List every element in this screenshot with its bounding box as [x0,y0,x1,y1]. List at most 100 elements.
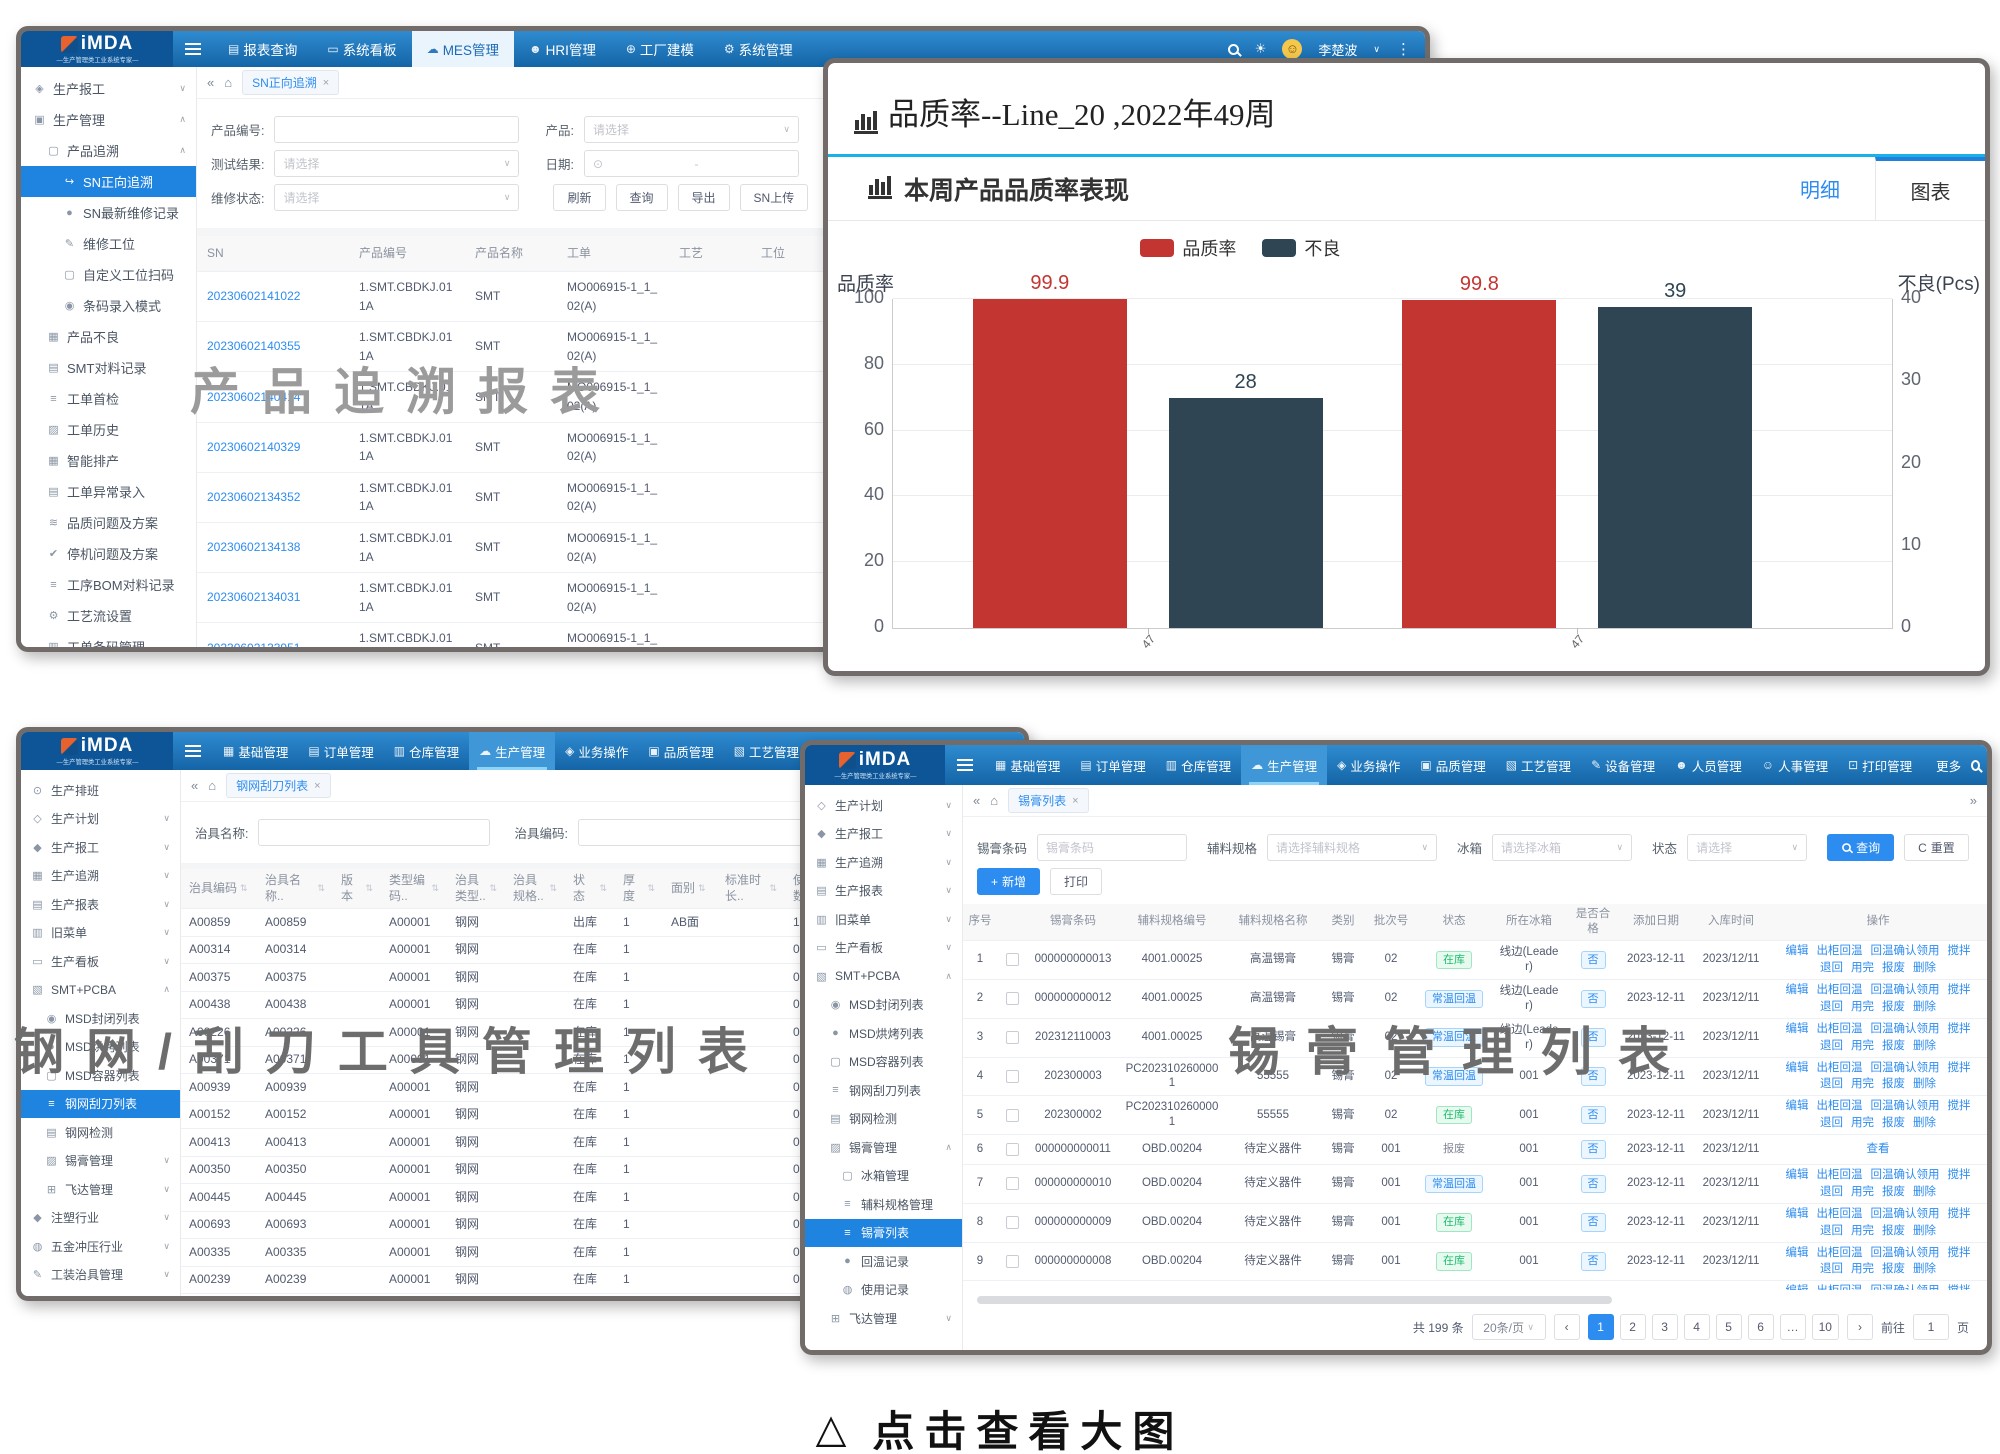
sidebar-item[interactable]: ▧ SMT+PCBA ∧ [805,962,962,991]
column-header[interactable]: 入库时间 [1693,904,1769,940]
kebab-menu-icon[interactable]: ⋮ [1396,40,1411,58]
horizontal-scrollbar[interactable] [977,1296,1612,1304]
sidebar-item[interactable]: ≡ 辅料规格管理 [805,1190,962,1219]
action-link[interactable]: 编辑 [1786,1284,1809,1290]
sidebar-item[interactable]: ▦ 生产追溯 ∨ [805,848,962,877]
action-link[interactable]: 报废 [1882,1262,1905,1277]
sidebar-item[interactable]: ⚙ 工艺流设置 [21,600,196,631]
prev-page-button[interactable]: ‹ [1554,1314,1580,1340]
sidebar-item[interactable]: ◆ 生产报工 ∨ [21,833,180,862]
column-header[interactable]: 类型编码..⇅ [381,869,447,908]
nav-item[interactable]: 更多 [1922,745,1971,785]
qualified-badge[interactable]: 否 [1581,990,1606,1008]
page-button[interactable]: 6 [1748,1314,1774,1340]
close-icon[interactable]: × [314,780,320,792]
home-icon[interactable]: ⌂ [224,75,232,90]
refresh-button[interactable]: 刷新 [553,184,605,211]
column-header[interactable]: 是否合格 [1567,904,1619,940]
query-button[interactable]: 查询 [616,184,668,211]
sort-icon[interactable]: ⇅ [317,883,325,895]
sidebar-item[interactable]: ✔ 停机问题及方案 [21,538,196,569]
action-link[interactable]: 搅拌 [1948,944,1971,959]
column-header[interactable]: 批次号 [1365,904,1417,940]
nav-item[interactable]: ▣ 品质管理 [1410,745,1495,785]
expand-icon[interactable]: » [1970,793,1977,808]
row-checkbox[interactable] [1006,1109,1019,1122]
action-link[interactable]: 出柜回温 [1817,1168,1863,1183]
action-link[interactable]: 退回 [1820,1262,1843,1277]
column-header[interactable]: 类别 [1321,904,1365,940]
action-link[interactable]: 编辑 [1786,1246,1809,1261]
sidebar-item[interactable]: ⊡ 打印管理 ∨ [21,1289,180,1296]
action-link[interactable]: 搅拌 [1948,1099,1971,1114]
action-link[interactable]: 报废 [1882,1000,1905,1015]
sidebar-item[interactable]: ▤ 钢网检测 [805,1105,962,1134]
action-link[interactable]: 退回 [1820,1185,1843,1200]
action-link[interactable]: 删除 [1913,1077,1936,1092]
jig-code-input[interactable] [578,819,810,846]
sidebar-item[interactable]: ▥ 旧菜单 ∨ [805,905,962,934]
view-large-image-link[interactable]: △ 点击查看大图 [0,1398,2000,1454]
product-select[interactable]: 请选择∨ [584,116,799,143]
nav-item[interactable]: ◈ 业务操作 [1327,745,1410,785]
action-link[interactable]: 用完 [1851,1039,1874,1054]
nav-item[interactable]: ▭ 系统看板 [312,31,411,67]
repair-status-select[interactable]: 请选择∨ [274,184,519,211]
sidebar-item[interactable]: ▢ 产品追溯 ∧ [21,135,196,166]
column-header[interactable]: 治具规格..⇅ [505,869,565,908]
sidebar-item[interactable]: ▨ 锡膏管理 ∧ [805,1133,962,1162]
page-button[interactable]: 2 [1620,1314,1646,1340]
action-link[interactable]: 退回 [1820,961,1843,976]
tab-sn-trace[interactable]: SN正向追溯 × [242,70,339,95]
sort-icon[interactable]: ⇅ [647,883,655,895]
action-link[interactable]: 用完 [1851,1077,1874,1092]
sidebar-item[interactable]: ≡ 钢网刮刀列表 [21,1090,180,1119]
sidebar-item[interactable]: ▨ 工单历史 [21,414,196,445]
action-link[interactable]: 搅拌 [1948,1246,1971,1261]
nav-item[interactable]: ▥ 仓库管理 [384,732,469,770]
qualified-badge[interactable]: 否 [1581,951,1606,969]
column-header[interactable]: 工艺 [669,236,751,271]
tab-stencil-list[interactable]: 钢网刮刀列表 × [226,773,330,798]
qualified-badge[interactable]: 否 [1581,1175,1606,1193]
action-link[interactable]: 删除 [1913,961,1936,976]
nav-item[interactable]: ▤ 订单管理 [298,732,383,770]
sidebar-item[interactable]: ◈ 生产报工 ∨ [21,73,196,104]
print-button[interactable]: 打印 [1050,868,1102,895]
action-link[interactable]: 出柜回温 [1817,1061,1863,1076]
sidebar-item[interactable]: ▦ 产品不良 [21,321,196,352]
status-select[interactable]: 请选择∨ [1687,834,1807,861]
search-icon[interactable] [1971,760,1980,771]
qualified-badge[interactable]: 否 [1581,1106,1606,1124]
nav-item[interactable]: ▣ 品质管理 [638,732,723,770]
sidebar-item[interactable]: ▥ 工单条码管理 [21,631,196,647]
sidebar-item[interactable]: ⊙ 生产排班 [21,776,180,805]
legend-item[interactable]: 品质率 [1140,235,1236,261]
action-link[interactable]: 搅拌 [1948,1061,1971,1076]
column-header[interactable]: 治具名称..⇅ [257,869,333,908]
action-link[interactable]: 报废 [1882,1185,1905,1200]
sort-icon[interactable]: ⇅ [698,883,706,895]
sidebar-item[interactable]: ▦ 生产追溯 ∨ [21,862,180,891]
row-checkbox[interactable] [1006,1216,1019,1229]
sidebar-item[interactable]: ⊞ 飞达管理 ∨ [21,1175,180,1204]
page-size-select[interactable]: 20条/页 ∨ [1472,1314,1546,1340]
sidebar-item[interactable]: ● SN最新维修记录 [21,197,196,228]
column-header[interactable]: 版本⇅ [333,869,381,908]
row-checkbox[interactable] [1006,953,1019,966]
sort-icon[interactable]: ⇅ [431,883,439,895]
action-link[interactable]: 编辑 [1786,1022,1809,1037]
nav-item[interactable]: ⊡ 打印管理 [1838,745,1922,785]
nav-item[interactable]: ▤ 报表查询 [213,31,312,67]
action-link[interactable]: 编辑 [1786,1168,1809,1183]
action-link[interactable]: 回温确认领用 [1871,944,1940,959]
hamburger-icon[interactable] [185,43,201,55]
nav-item[interactable]: ▦ 基础管理 [213,732,298,770]
action-link[interactable]: 退回 [1820,1116,1843,1131]
column-header[interactable]: 辅料规格名称 [1225,904,1321,940]
tab-detail[interactable]: 明细 [1765,157,1875,220]
action-link[interactable]: 用完 [1851,1224,1874,1239]
action-link[interactable]: 编辑 [1786,1207,1809,1222]
sn-link[interactable]: 20230602134352 [207,488,300,507]
sn-link[interactable]: 20230602141022 [207,287,300,306]
